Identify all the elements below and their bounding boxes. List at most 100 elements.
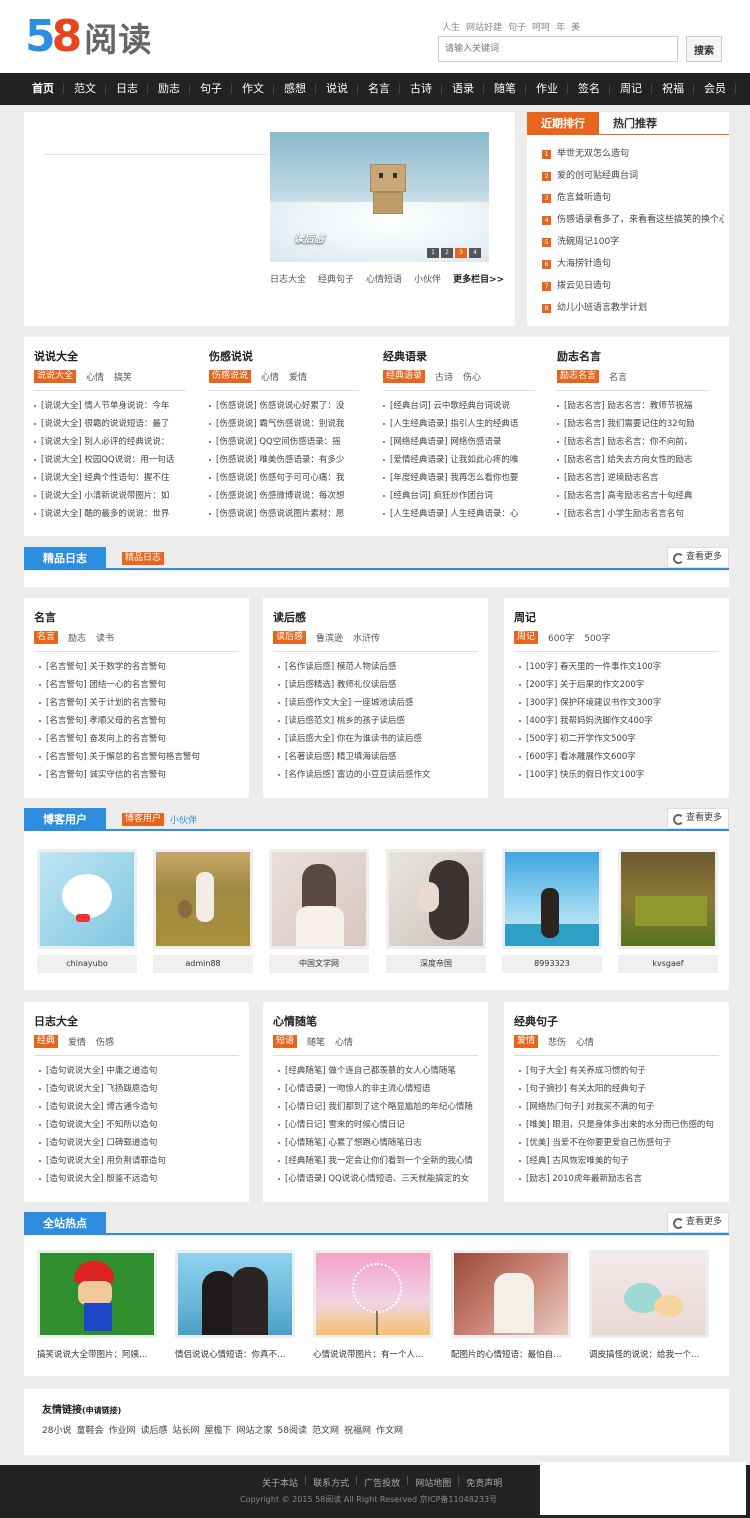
tag[interactable]: 心情 [576, 1035, 594, 1048]
hot-card[interactable]: 搞笑说说大全带图片：阿姨… [37, 1250, 157, 1360]
user-card[interactable]: 8993323 [502, 849, 602, 973]
nav-item[interactable]: 周记 [610, 73, 652, 105]
slider-link[interactable]: 小伙伴 [414, 272, 441, 285]
tag[interactable]: 爱情 [289, 370, 307, 383]
tag[interactable]: 悲伤 [548, 1035, 566, 1048]
ranking-item[interactable]: 8 幼儿小班语言教学计划 [542, 297, 724, 319]
friend-link[interactable]: 58阅读 [278, 1423, 307, 1436]
footer-link[interactable]: 网站地图 [415, 1476, 451, 1489]
ranking-item[interactable]: 4 伤感语录看多了，来看看这些搞笑的换个心 [542, 209, 724, 231]
tag[interactable]: 随笔 [307, 1035, 325, 1048]
hotword[interactable]: 句子 [508, 20, 526, 33]
search-button[interactable]: 搜索 [686, 36, 722, 62]
hotword[interactable]: 人生 [442, 20, 460, 33]
list-item[interactable]: [造句说说大全] 用负荆请罪造句 [39, 1152, 239, 1170]
list-item[interactable]: [人生经典语录] 人生经典语录：心 [383, 505, 535, 523]
footer-link[interactable]: 广告投放 [364, 1476, 400, 1489]
tag[interactable]: 名言 [609, 370, 627, 383]
list-item[interactable]: [心情日记] 我们都到了这个略显尴尬的年纪心情随 [278, 1098, 478, 1116]
list-item[interactable]: [500字] 初二开学作文500字 [519, 730, 719, 748]
slider-image[interactable]: 读后感 1 2 3 4 [270, 132, 489, 262]
tag-active[interactable]: 周记 [514, 631, 539, 644]
view-more-button[interactable]: 查看更多 [667, 547, 729, 568]
tag[interactable]: 小伙伴 [170, 813, 197, 826]
list-item[interactable]: [心情日记] 雪来的时候心情日记 [278, 1116, 478, 1134]
tab-hot-recommend[interactable]: 热门推荐 [599, 112, 671, 135]
list-item[interactable]: [励志名言] 小学生励志名言名句 [557, 505, 709, 523]
ranking-item[interactable]: 6 大海捞针造句 [542, 253, 724, 275]
list-item[interactable]: [说说大全] 校园QQ说说：用一句话 [34, 451, 186, 469]
list-item[interactable]: [名言警句] 关于懈怠的名言警句格言警句 [39, 748, 239, 766]
list-item[interactable]: [名作读后感] 富边的小豆豆读后感作文 [278, 766, 478, 784]
slider-dot[interactable]: 1 [427, 248, 439, 258]
hot-card[interactable]: 情侣说说心情短语：你真不… [175, 1250, 295, 1360]
list-item[interactable]: [经典随笔] 我一定会让你们看到一个全新的我心情 [278, 1152, 478, 1170]
friend-link[interactable]: 童鞋会 [76, 1423, 103, 1436]
tag[interactable]: 600字 [548, 631, 574, 644]
slider-link[interactable]: 经典句子 [318, 272, 354, 285]
list-item[interactable]: [句子大全] 有关养成习惯的句子 [519, 1062, 719, 1080]
user-card[interactable]: 中国文学网 [269, 849, 369, 973]
user-card[interactable]: admin88 [153, 849, 253, 973]
tag[interactable]: 伤感 [96, 1035, 114, 1048]
list-item[interactable]: [造句说说大全] 殷鉴不远造句 [39, 1170, 239, 1188]
list-item[interactable]: [说说大全] 别人必评的经典说说： [34, 433, 186, 451]
tab-recent-ranking[interactable]: 近期排行 [527, 112, 599, 135]
friend-link[interactable]: 28小说 [42, 1423, 71, 1436]
list-item[interactable]: [说说大全] 情人节单身说说：今年 [34, 397, 186, 415]
list-item[interactable]: [经典] 古风恢宏唯美的句子 [519, 1152, 719, 1170]
column-title[interactable]: 经典语录 [383, 348, 535, 364]
list-item[interactable]: [造句说说大全] 飞扬跋扈造句 [39, 1080, 239, 1098]
friend-link[interactable]: 作业网 [108, 1423, 135, 1436]
friend-link[interactable]: 屋檐下 [205, 1423, 232, 1436]
tag[interactable]: 心情 [86, 370, 104, 383]
search-input[interactable] [438, 36, 678, 62]
slider-dot[interactable]: 2 [441, 248, 453, 258]
nav-item-home[interactable]: 首页 [22, 73, 64, 105]
slider-link[interactable]: 心情短语 [366, 272, 402, 285]
list-item[interactable]: [励志名言] 给失去方向女性的励志 [557, 451, 709, 469]
hot-card[interactable]: 调皮搞怪的说说：给我一个… [589, 1250, 709, 1360]
friend-link[interactable]: 范文网 [312, 1423, 339, 1436]
hotword[interactable]: 年 [556, 20, 565, 33]
tag[interactable]: 鲁滨逊 [316, 631, 343, 644]
ranking-item[interactable]: 5 洗碗周记100字 [542, 231, 724, 253]
footer-link[interactable]: 免责声明 [466, 1476, 502, 1489]
list-item[interactable]: [励志名言] 励志名言：你不向前， [557, 433, 709, 451]
list-item[interactable]: [名言警句] 关于计划的名言警句 [39, 694, 239, 712]
nav-item[interactable]: 随笔 [484, 73, 526, 105]
nav-item[interactable]: 说说 [316, 73, 358, 105]
list-item[interactable]: [名言警句] 团结一心的名言警句 [39, 676, 239, 694]
column-title[interactable]: 日志大全 [34, 1013, 249, 1029]
tag[interactable]: 500字 [584, 631, 610, 644]
list-item[interactable]: [励志名言] 逆境励志名言 [557, 469, 709, 487]
column-title[interactable]: 心情随笔 [273, 1013, 488, 1029]
footer-link[interactable]: 关于本站 [262, 1476, 298, 1489]
tag[interactable]: 伤心 [463, 370, 481, 383]
list-item[interactable]: [名作读后感] 模范人物读后感 [278, 658, 478, 676]
column-title[interactable]: 周记 [514, 609, 729, 625]
tag-active[interactable]: 名言 [34, 631, 59, 644]
list-item[interactable]: [100字] 春天里的一件事作文100字 [519, 658, 719, 676]
hotword[interactable]: 美 [571, 20, 580, 33]
tag-active[interactable]: 说说大全 [34, 370, 77, 383]
list-item[interactable]: [经典随笔] 做个连自己都羡慕的女人心情随笔 [278, 1062, 478, 1080]
column-title[interactable]: 励志名言 [557, 348, 709, 364]
more-columns-link[interactable]: 更多栏目>> [453, 272, 504, 285]
list-item[interactable]: [读后感范文] 桃乡的孩子读后感 [278, 712, 478, 730]
ranking-item[interactable]: 2 爱的创可贴经典台词 [542, 165, 724, 187]
list-item[interactable]: [名言警句] 关于数学的名言警句 [39, 658, 239, 676]
nav-item[interactable]: 感想 [274, 73, 316, 105]
list-item[interactable]: [伤感说说] 伤感说说心好累了：没 [209, 397, 359, 415]
friend-link[interactable]: 网站之家 [237, 1423, 273, 1436]
column-title[interactable]: 经典句子 [514, 1013, 729, 1029]
tag[interactable]: 心情 [335, 1035, 353, 1048]
friend-link[interactable]: 读后感 [140, 1423, 167, 1436]
list-item[interactable]: [励志名言] 高考励志名言十句经典 [557, 487, 709, 505]
list-item[interactable]: [伤感说说] 伤感说说图片素材：愿 [209, 505, 359, 523]
nav-item[interactable]: 日志 [106, 73, 148, 105]
tag[interactable]: 心情 [261, 370, 279, 383]
list-item[interactable]: [爱情经典语录] 让我如此心疼的唯 [383, 451, 535, 469]
section-title[interactable]: 全站热点 [24, 1212, 106, 1235]
tag-active[interactable]: 读后感 [273, 631, 307, 644]
